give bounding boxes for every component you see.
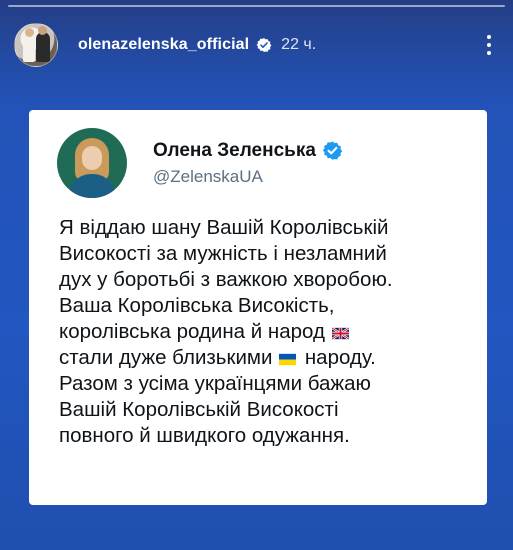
tweet-line: стали дуже близькими народу. [59,345,479,371]
profile-avatar[interactable] [14,23,58,67]
tweet-card: Олена Зеленська @ZelenskaUA Я віддаю шан… [29,110,487,505]
tweet-line: дух у боротьбі з важкою хворобою. [59,268,393,291]
tweet-line: Вашій Королівській Високості [59,398,339,421]
tweet-header: Олена Зеленська @ZelenskaUA [57,128,467,198]
tweet-line-text: королівська родина й народ [59,320,325,343]
story-progress-bar [8,5,505,7]
tweet-line: Я віддаю шану Вашій Королівській [59,216,389,239]
tweet-line-text: народу. [304,346,376,369]
uk-flag-icon [331,327,349,340]
ukraine-flag-icon [279,353,297,366]
story-username[interactable]: olenazelenska_official [78,36,249,54]
tweet-handle: @ZelenskaUA [153,166,263,186]
verified-badge-icon [256,38,272,52]
tweet-text: Я віддаю шану Вашій Королівській Високос… [59,215,479,449]
tweet-author: Олена Зеленська @ZelenskaUA [153,140,343,187]
tweet-author-avatar [57,128,127,198]
tweet-display-name: Олена Зеленська [153,139,316,161]
story-header: olenazelenska_official 22 ч. [14,22,499,68]
verified-badge-icon [322,141,343,160]
tweet-author-name-row: Олена Зеленська [153,140,343,162]
tweet-line: повного й швидкого одужання. [59,424,350,447]
tweet-line: Ваша Королівська Високість, [59,294,335,317]
tweet-line: Високості за мужність і незламний [59,242,387,265]
more-vertical-icon[interactable] [479,30,499,60]
progress-segment [8,5,505,7]
tweet-line-text: стали дуже близькими [59,346,273,369]
story-timestamp: 22 ч. [281,36,317,53]
tweet-line: Разом з усіма українцями бажаю [59,372,371,395]
tweet-line: королівська родина й народ [59,319,479,345]
